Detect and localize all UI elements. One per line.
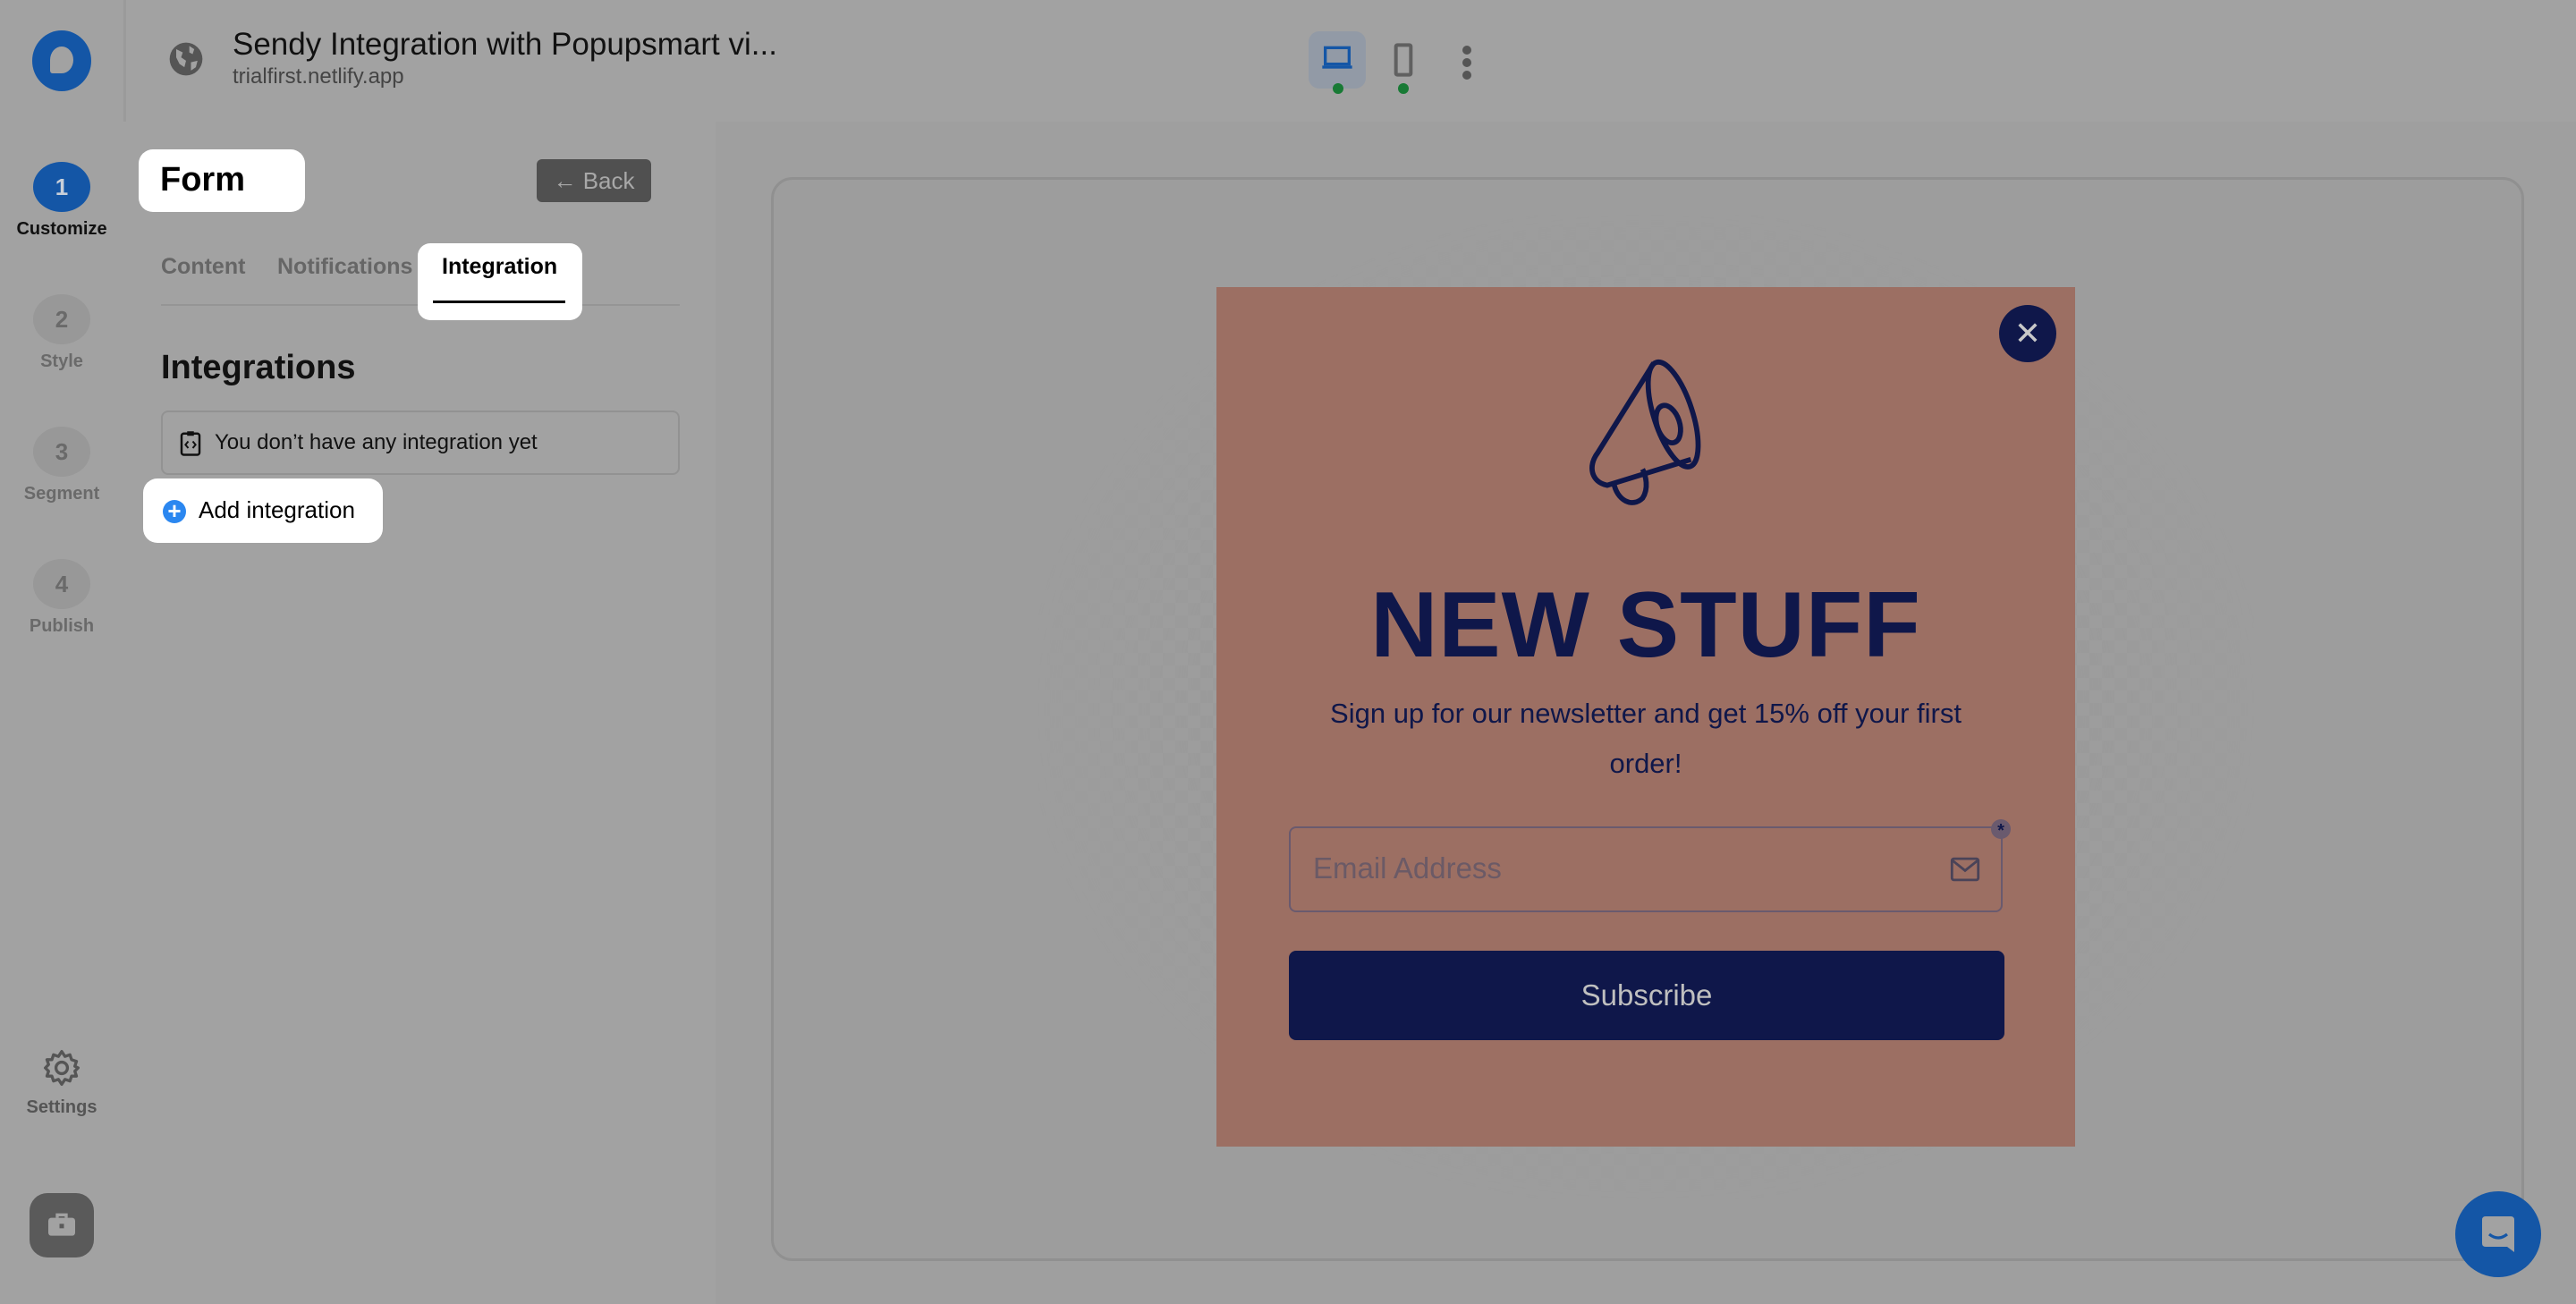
step-number: 4 — [33, 559, 90, 609]
mobile-icon — [1394, 43, 1413, 77]
step-customize[interactable]: 1 Customize — [0, 162, 123, 240]
globe-icon — [169, 42, 203, 76]
popup-headline: NEW STUFF — [1370, 573, 1921, 677]
arrow-left-icon: ← — [553, 166, 577, 194]
panel-title: Form — [139, 149, 305, 212]
clipboard-code-icon — [180, 431, 201, 456]
mobile-preview-button[interactable] — [1375, 31, 1432, 89]
required-indicator: * — [1991, 819, 2011, 841]
mail-icon — [1950, 857, 1980, 882]
popup-close-button[interactable]: ✕ — [1999, 305, 2056, 362]
desktop-preview-button[interactable] — [1309, 31, 1366, 89]
empty-state-message: You don’t have any integration yet — [215, 430, 538, 454]
workspace-button[interactable] — [30, 1193, 94, 1257]
settings-label: Settings — [26, 1097, 97, 1117]
step-number: 2 — [33, 294, 90, 344]
mobile-status-dot — [1398, 83, 1409, 94]
step-segment[interactable]: 3 Segment — [0, 427, 123, 504]
plus-circle-icon: + — [163, 499, 186, 523]
step-label: Style — [40, 351, 83, 371]
campaign-domain: trialfirst.netlify.app — [233, 64, 404, 89]
step-style[interactable]: 2 Style — [0, 294, 123, 372]
gear-icon — [44, 1050, 80, 1086]
subscribe-button[interactable]: Subscribe — [1289, 951, 2004, 1040]
popup-description: Sign up for our newsletter and get 15% o… — [1330, 698, 1962, 779]
chat-support-button[interactable] — [2455, 1191, 2541, 1277]
settings-button[interactable]: Settings — [0, 1048, 123, 1118]
add-integration-label[interactable]: Add integration — [199, 496, 355, 524]
more-options-icon[interactable] — [1458, 45, 1476, 80]
back-button[interactable]: ← Back — [537, 159, 651, 202]
megaphone-icon — [1589, 359, 1701, 505]
step-publish[interactable]: 4 Publish — [0, 559, 123, 637]
laptop-icon — [1322, 46, 1352, 69]
step-label: Publish — [29, 616, 95, 636]
step-label: Segment — [23, 484, 100, 504]
step-number: 3 — [33, 427, 90, 477]
tab-notifications[interactable]: Notifications — [277, 254, 412, 280]
back-label: Back — [582, 166, 635, 194]
chat-icon — [2482, 1216, 2514, 1252]
active-tab-indicator — [433, 301, 565, 303]
tab-integration[interactable]: Integration — [442, 254, 557, 280]
popupsmart-logo-icon[interactable] — [32, 30, 91, 91]
campaign-title: Sendy Integration with Popupsmart vi... — [233, 27, 777, 62]
step-label: Customize — [16, 219, 107, 239]
email-placeholder: Email Address — [1313, 851, 1502, 885]
step-number: 1 — [33, 162, 90, 212]
section-heading: Integrations — [161, 349, 356, 386]
briefcase-icon — [48, 1213, 75, 1236]
panel-title-text: Form — [160, 161, 245, 199]
tab-content[interactable]: Content — [161, 254, 245, 280]
desktop-status-dot — [1333, 83, 1343, 94]
